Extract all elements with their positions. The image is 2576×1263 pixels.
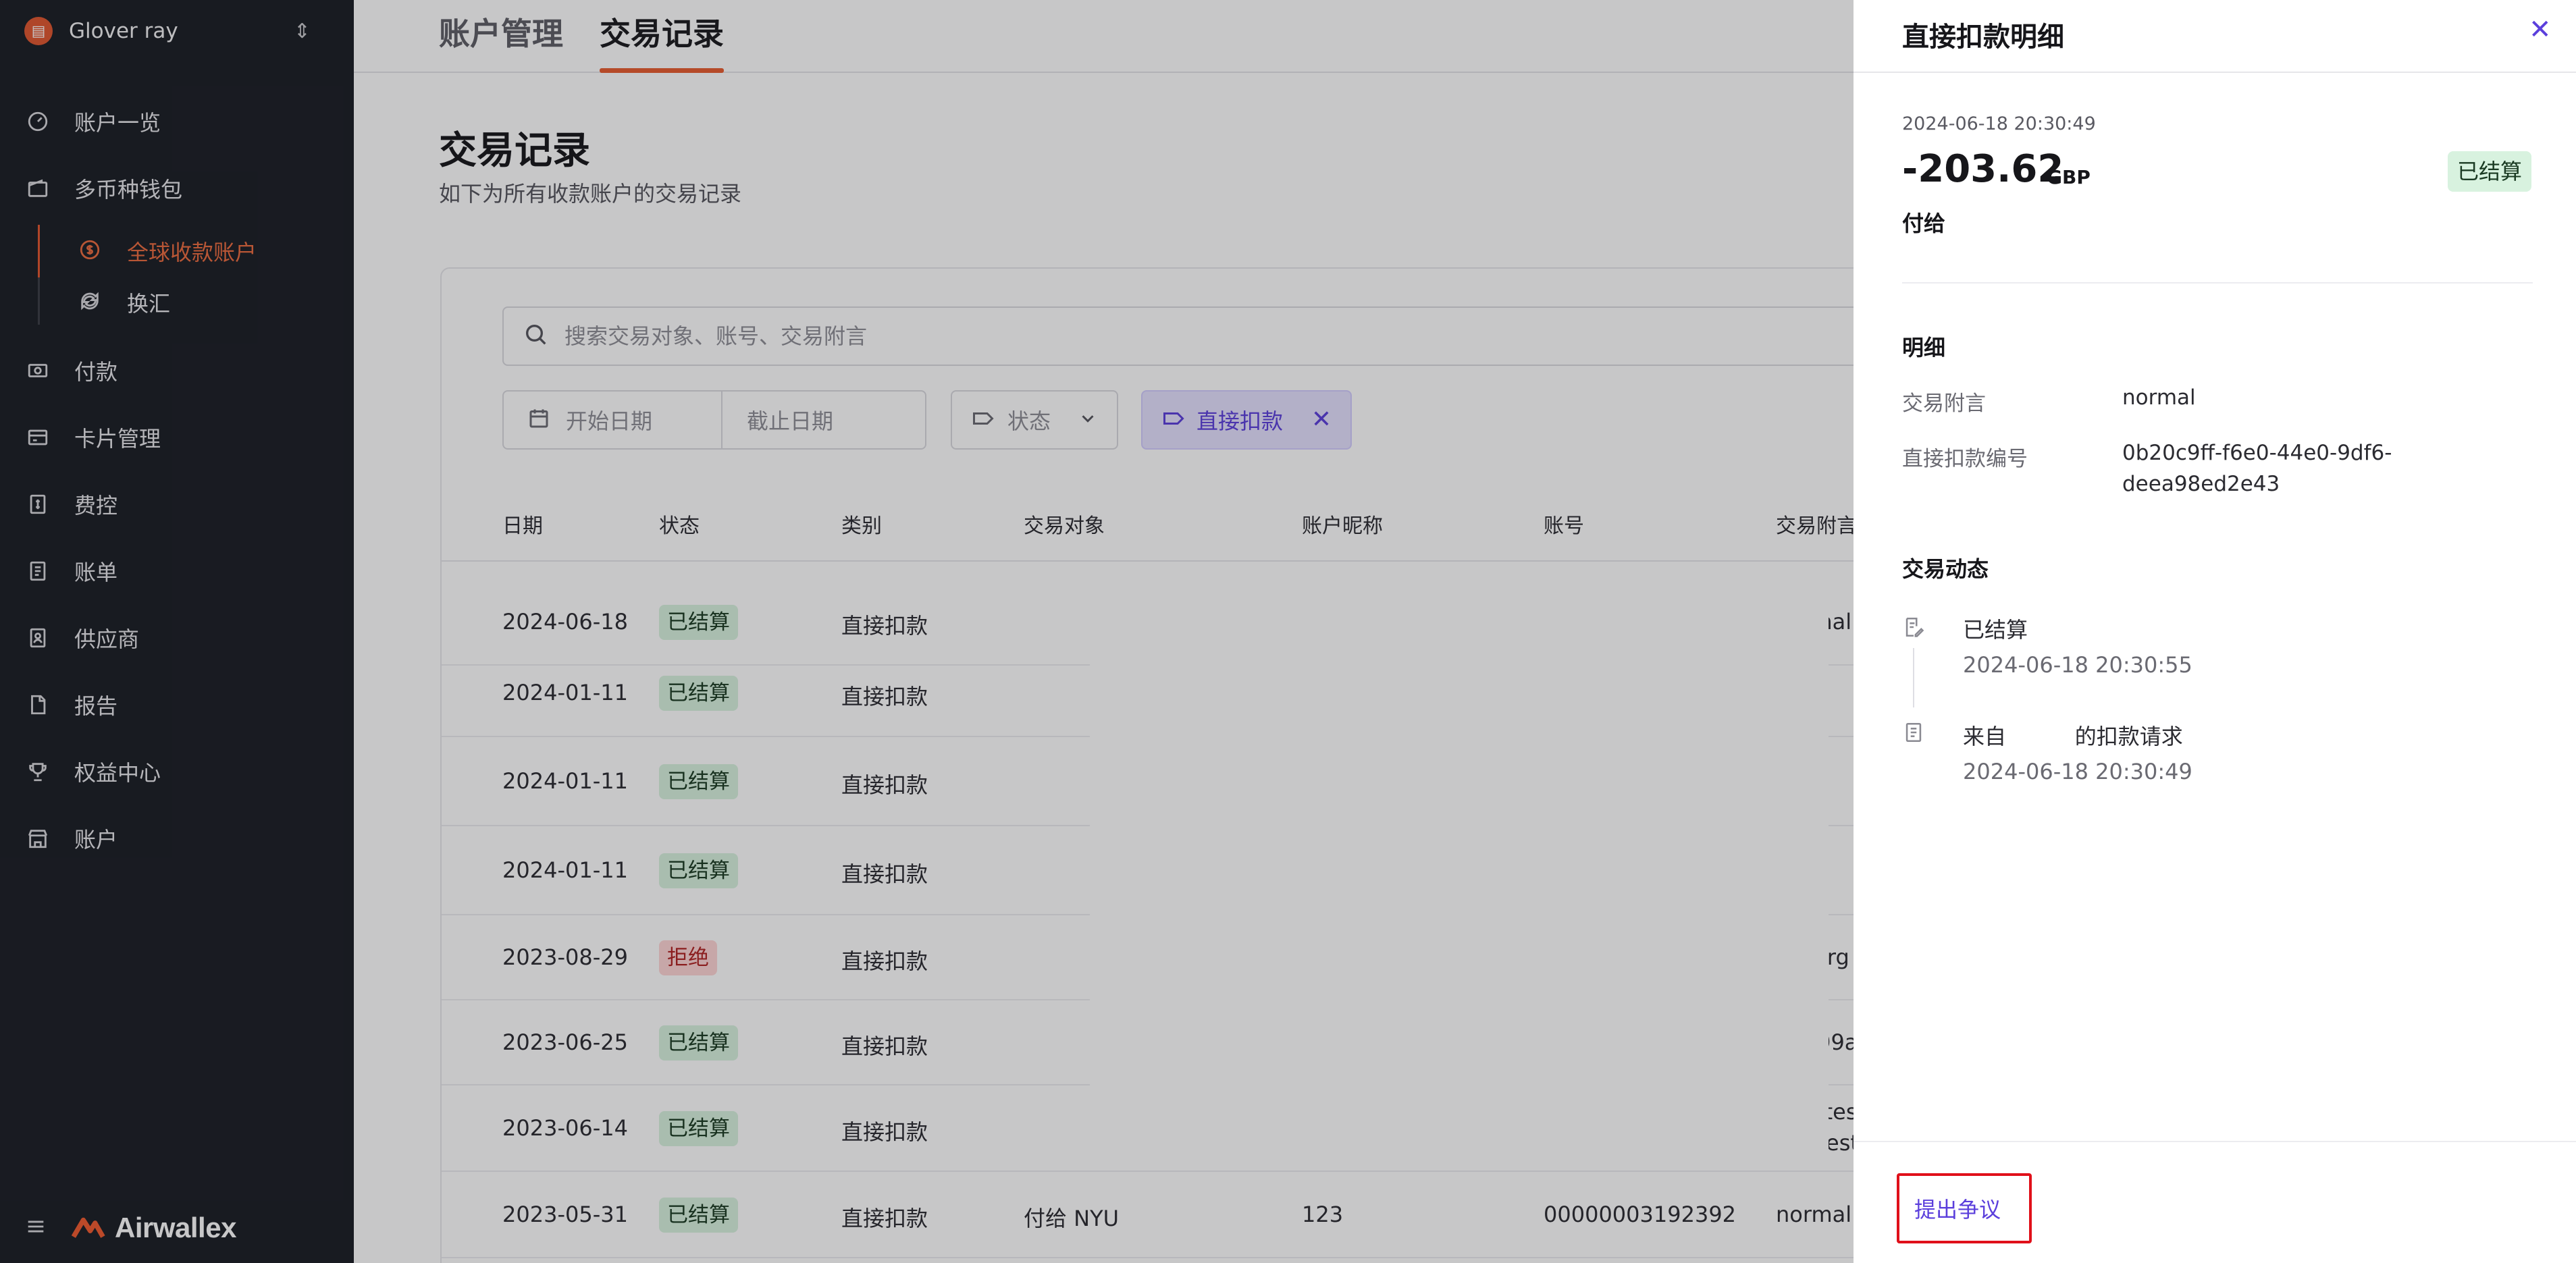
close-icon[interactable]: ✕ (2529, 16, 2552, 43)
memo-key: 交易附言 (1902, 392, 1986, 416)
activity-time: 2024-06-18 20:30:49 (1963, 759, 2192, 784)
drawer-header: 直接扣款明细 ✕ (1854, 0, 2576, 73)
transaction-amount: -203.62 (1902, 147, 2064, 191)
modal-overlay[interactable] (0, 0, 1854, 1263)
status-badge: 已结算 (2448, 151, 2532, 192)
timeline-connector (1913, 648, 1914, 707)
document-icon (1902, 721, 1925, 744)
transaction-currency: GBP (2047, 166, 2091, 188)
drawer-footer-divider (1854, 1141, 2576, 1142)
debit-id-value: 0b20c9ff-f6e0-44e0-9df6-deea98ed2e43 (2122, 441, 2392, 496)
activity-time: 2024-06-18 20:30:55 (1963, 652, 2192, 678)
divider (1902, 282, 2533, 284)
activity-section-title: 交易动态 (1902, 556, 1989, 582)
activity-title: 已结算 (1963, 617, 2028, 643)
edit-doc-icon (1902, 616, 1925, 639)
activity-title: 来自 的扣款请求 (1963, 724, 2183, 749)
drawer-title: 直接扣款明细 (1902, 22, 2064, 53)
debit-id-key: 直接扣款编号 (1902, 447, 2028, 471)
details-section-title: 明细 (1902, 335, 1946, 360)
transaction-time: 2024-06-18 20:30:49 (1902, 113, 2096, 134)
raise-dispute-label: 提出争议 (1914, 1197, 2001, 1222)
raise-dispute-button[interactable]: 提出争议 (1897, 1173, 2032, 1243)
pay-to-label: 付给 (1902, 211, 1946, 236)
memo-value: normal (2122, 385, 2196, 410)
detail-drawer: 直接扣款明细 ✕ 2024-06-18 20:30:49 -203.62 GBP… (1854, 0, 2576, 1263)
